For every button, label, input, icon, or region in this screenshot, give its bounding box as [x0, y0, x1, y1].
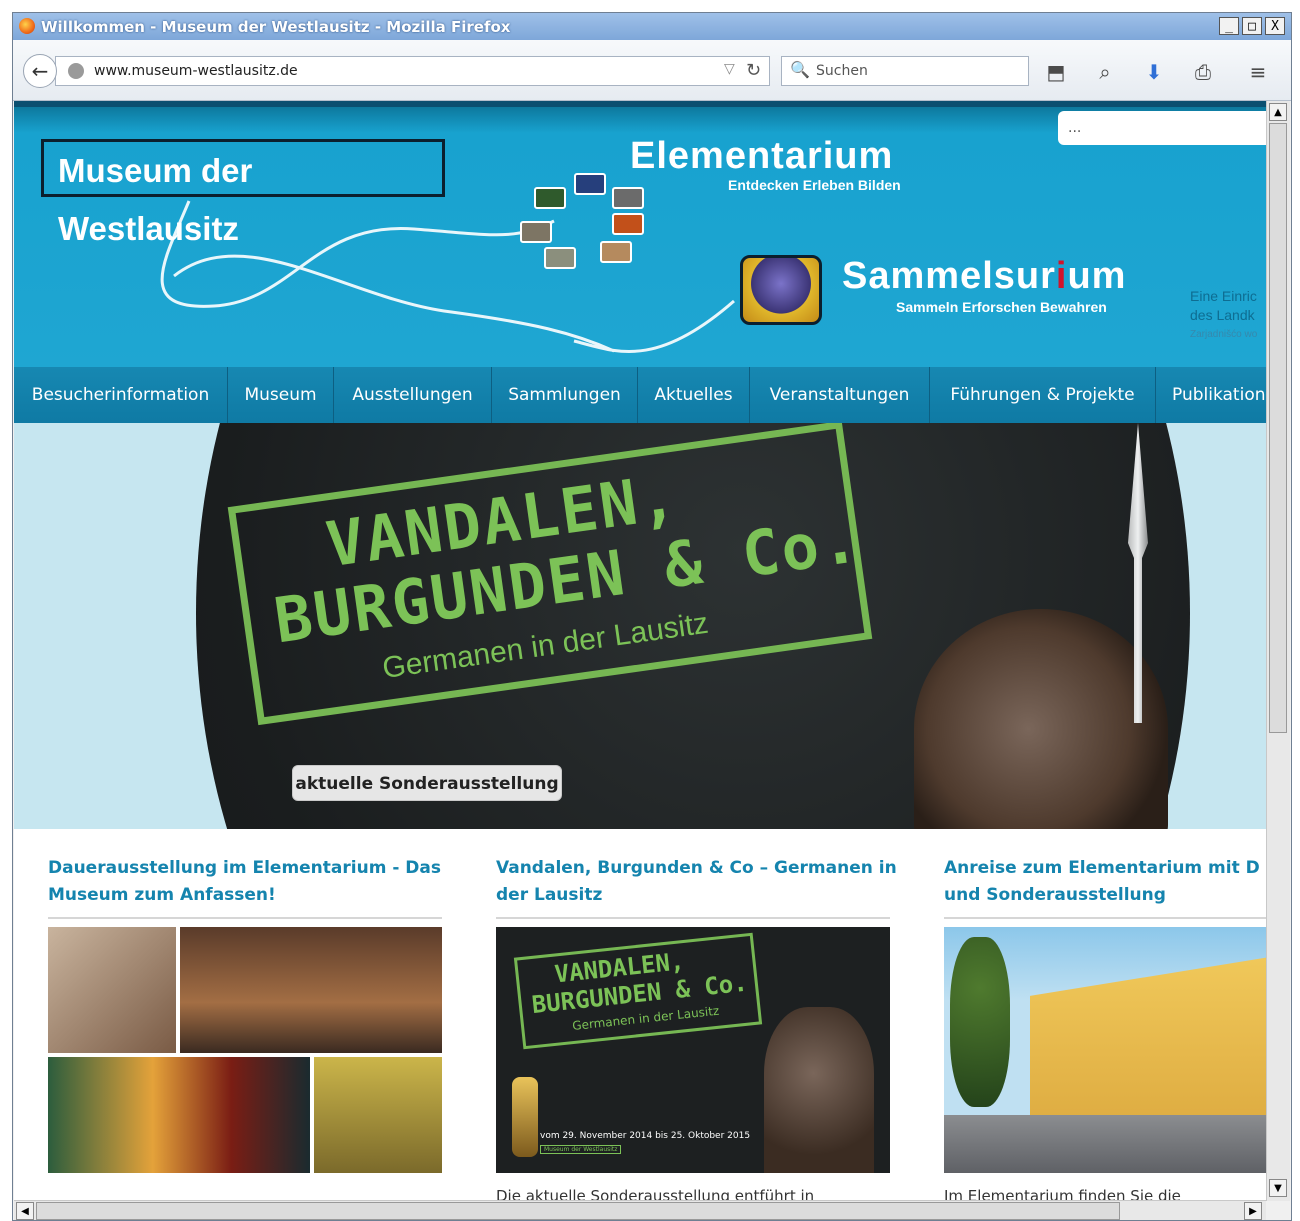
address-bar[interactable]: www.museum-westlausitz.de ▽ ↻	[55, 56, 770, 86]
teaser-building-image[interactable]	[944, 927, 1266, 1173]
url-text[interactable]: www.museum-westlausitz.de	[94, 63, 298, 79]
teaser-poster-image[interactable]: VANDALEN, BURGUNDEN & Co. Germanen in de…	[496, 927, 890, 1173]
current-exhibition-button[interactable]: aktuelle Sonderausstellung	[292, 765, 562, 801]
nav-item-aktuelles[interactable]: Aktuelles	[638, 367, 750, 423]
scroll-down-arrow-icon[interactable]: ▼	[1269, 1179, 1287, 1197]
scroll-left-arrow-icon[interactable]: ◀	[16, 1202, 34, 1220]
download-icon[interactable]: ⬇	[1141, 60, 1167, 84]
elementarium-title[interactable]: Elementarium	[630, 135, 893, 178]
teaser-excerpt: Im Elementarium finden Sie die	[944, 1187, 1181, 1200]
scroll-up-arrow-icon[interactable]: ▲	[1269, 103, 1287, 121]
nav-item-museum[interactable]: Museum	[228, 367, 334, 423]
teaser-excerpt: Die aktuelle Sonderausstellung entführt …	[496, 1187, 815, 1200]
navigation-toolbar: www.museum-westlausitz.de ▽ ↻ ← 🔍 Suchen…	[13, 40, 1291, 101]
vertical-scroll-thumb[interactable]	[1269, 123, 1287, 733]
reload-icon[interactable]: ↻	[746, 60, 761, 81]
close-button[interactable]: X	[1265, 17, 1285, 35]
menu-icon[interactable]: ≡	[1245, 60, 1271, 84]
nav-item-veranstaltungen[interactable]: Veranstaltungen	[750, 367, 930, 423]
site-logo[interactable]: Museum der Westlausitz	[41, 139, 445, 247]
browser-search-input[interactable]: 🔍 Suchen	[781, 56, 1029, 86]
back-button[interactable]: ←	[23, 54, 57, 88]
pocket-icon[interactable]: ⬒	[1043, 60, 1069, 84]
nav-item-publikation[interactable]: Publikation	[1156, 367, 1266, 423]
owl-image	[740, 255, 822, 325]
scroll-right-arrow-icon[interactable]: ▶	[1244, 1202, 1262, 1220]
print-icon[interactable]: ⎙	[1190, 60, 1216, 84]
sponsor-note: Eine Einric des Landk Zarjadnišćo wo	[1190, 288, 1258, 340]
sammelsurium-title[interactable]: Sammelsurium	[842, 255, 1126, 298]
minimize-button[interactable]: _	[1219, 17, 1239, 35]
sammelsurium-subtitle: Sammeln Erforschen Bewahren	[896, 299, 1107, 315]
nav-item-sammlungen[interactable]: Sammlungen	[492, 367, 638, 423]
hero-banner[interactable]: VANDALEN, BURGUNDEN & Co. Germanen in de…	[14, 423, 1266, 829]
teaser-title[interactable]: Anreise zum Elementarium mit D und Sonde…	[944, 855, 1266, 909]
maximize-button[interactable]: □	[1242, 17, 1262, 35]
back-arrow-icon: ←	[31, 59, 49, 83]
title-bar: Willkommen - Museum der Westlausitz - Mo…	[13, 13, 1291, 40]
nav-item-ausstellungen[interactable]: Ausstellungen	[334, 367, 492, 423]
horizontal-scroll-thumb[interactable]	[36, 1202, 1120, 1220]
browser-window: Willkommen - Museum der Westlausitz - Mo…	[12, 12, 1292, 1221]
horizontal-scrollbar[interactable]: ◀ ▶	[14, 1200, 1266, 1220]
window-title: Willkommen - Museum der Westlausitz - Mo…	[41, 18, 511, 36]
search-placeholder: Suchen	[816, 63, 868, 79]
teaser-image-collage[interactable]	[48, 927, 442, 1173]
site-header: Museum der Westlausitz Elementarium Entd…	[14, 101, 1266, 367]
page-viewport: Museum der Westlausitz Elementarium Entd…	[14, 101, 1266, 1200]
nav-item-besucherinformation[interactable]: Besucherinformation	[14, 367, 228, 423]
search-icon[interactable]: ⌕	[1092, 60, 1118, 84]
main-navigation: Besucherinformation Museum Ausstellungen…	[14, 367, 1266, 423]
vertical-scrollbar[interactable]: ▲ ▼	[1266, 101, 1290, 1201]
history-dropdown-icon[interactable]: ▽	[724, 61, 735, 77]
search-engine-icon: 🔍	[790, 60, 810, 79]
site-search-input[interactable]: ...	[1058, 111, 1266, 145]
nav-item-fuehrungen-projekte[interactable]: Führungen & Projekte	[930, 367, 1156, 423]
teaser-title[interactable]: Dauerausstellung im Elementarium - Das M…	[48, 855, 458, 909]
elementarium-subtitle: Entdecken Erleben Bilden	[728, 177, 901, 193]
teaser-title[interactable]: Vandalen, Burgunden & Co – Germanen in d…	[496, 855, 906, 909]
globe-icon	[68, 63, 84, 79]
firefox-logo-icon	[19, 18, 35, 34]
